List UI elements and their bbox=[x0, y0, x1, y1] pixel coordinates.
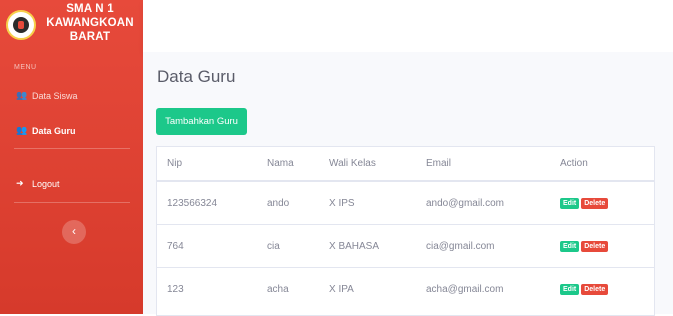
edit-button[interactable]: Edit bbox=[560, 198, 580, 209]
cell-nip: 764 bbox=[157, 224, 257, 268]
cell-email: ando@gmail.com bbox=[416, 180, 550, 225]
delete-button[interactable]: Delete bbox=[581, 198, 609, 209]
cell-wali-kelas: X BAHASA bbox=[319, 224, 416, 268]
table-row: 764 cia X BAHASA cia@gmail.com Edit Delet… bbox=[157, 224, 654, 268]
header-nip: Nip bbox=[157, 147, 257, 182]
users-icon: 👥 bbox=[16, 125, 28, 135]
delete-button[interactable]: Delete bbox=[581, 241, 609, 252]
logout-icon: ➜ bbox=[16, 178, 24, 188]
table-row: 123566324 ando X IPS ando@gmail.com Edit… bbox=[157, 180, 654, 225]
edit-button[interactable]: Edit bbox=[560, 284, 580, 295]
cell-action: Edit Delete bbox=[550, 267, 654, 310]
cell-nama: acha bbox=[257, 267, 319, 310]
table-header-row: Nip Nama Wali Kelas Email Action bbox=[157, 147, 654, 182]
sidebar-item-label: Data Guru bbox=[32, 125, 76, 136]
brand-name: SMA N 1 KAWANGKOAN BARAT bbox=[40, 2, 140, 44]
add-guru-button[interactable]: Tambahkan Guru bbox=[156, 108, 247, 135]
cell-nip: 123566324 bbox=[157, 180, 257, 225]
header-email: Email bbox=[416, 147, 550, 182]
sidebar-divider bbox=[14, 202, 130, 203]
edit-button[interactable]: Edit bbox=[560, 241, 580, 252]
delete-button[interactable]: Delete bbox=[581, 284, 609, 295]
cell-action: Edit Delete bbox=[550, 224, 654, 268]
school-logo-icon bbox=[6, 10, 36, 40]
page-title: Data Guru bbox=[157, 67, 236, 86]
brand[interactable]: SMA N 1 KAWANGKOAN BARAT bbox=[0, 0, 143, 52]
brand-line-3: BARAT bbox=[69, 31, 111, 43]
header-wali-kelas: Wali Kelas bbox=[319, 147, 416, 182]
cell-nama: ando bbox=[257, 180, 319, 225]
cell-email: cia@gmail.com bbox=[416, 224, 550, 268]
brand-line-2: KAWANGKOAN bbox=[46, 17, 134, 29]
sidebar-item-logout[interactable]: ➜ Logout bbox=[16, 178, 60, 189]
header-action: Action bbox=[550, 147, 654, 182]
header-nama: Nama bbox=[257, 147, 319, 182]
sidebar-item-label: Logout bbox=[32, 178, 60, 189]
sidebar-item-label: Data Siswa bbox=[32, 90, 78, 101]
table-row: 123 acha X IPA acha@gmail.com Edit Delete bbox=[157, 267, 654, 310]
cell-wali-kelas: X IPS bbox=[319, 180, 416, 225]
sidebar-divider bbox=[14, 148, 130, 149]
sidebar-toggle-button[interactable]: ‹ bbox=[62, 220, 86, 244]
cell-nip: 123 bbox=[157, 267, 257, 310]
cell-action: Edit Delete bbox=[550, 180, 654, 225]
cell-wali-kelas: X IPA bbox=[319, 267, 416, 310]
main-content: Data Guru Tambahkan Guru Nip Nama Wali K… bbox=[143, 52, 673, 316]
brand-line-1: SMA N 1 bbox=[66, 3, 114, 15]
sidebar-item-data-guru[interactable]: 👥 Data Guru bbox=[16, 125, 76, 136]
sidebar: SMA N 1 KAWANGKOAN BARAT MENU 👥 Data Sis… bbox=[0, 0, 143, 314]
guru-table: Nip Nama Wali Kelas Email Action 1235663… bbox=[156, 146, 655, 316]
topbar bbox=[143, 0, 673, 52]
cell-email: acha@gmail.com bbox=[416, 267, 550, 310]
sidebar-item-data-siswa[interactable]: 👥 Data Siswa bbox=[16, 90, 78, 101]
cell-nama: cia bbox=[257, 224, 319, 268]
menu-heading: MENU bbox=[14, 64, 37, 71]
users-icon: 👥 bbox=[16, 90, 28, 100]
